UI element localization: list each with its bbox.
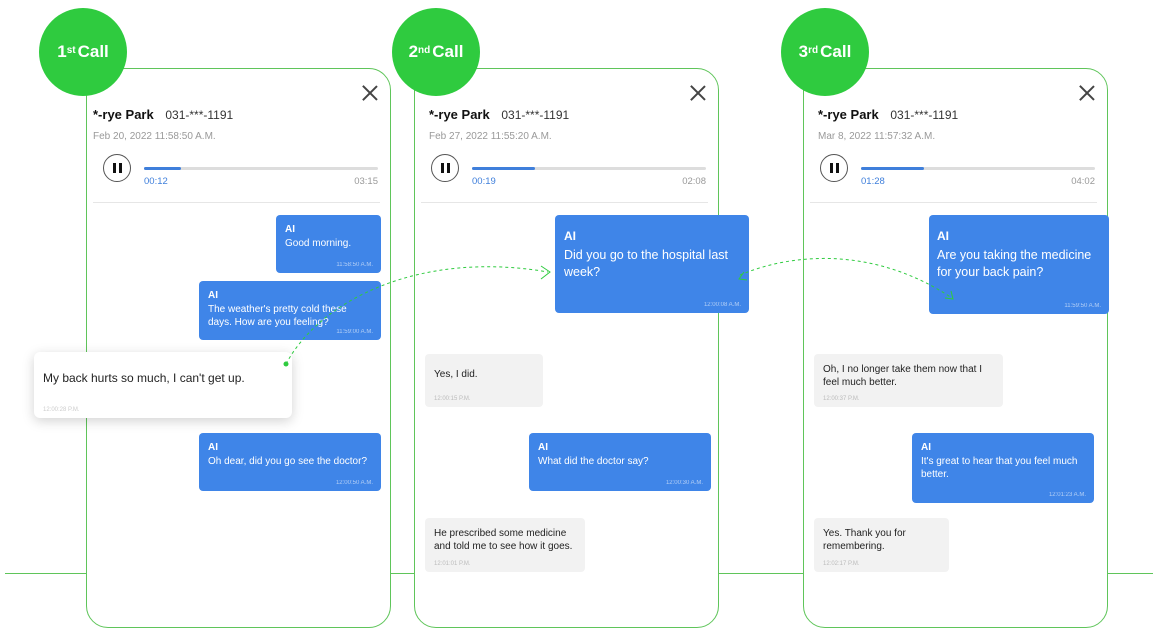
message-sender: AI [208,442,218,453]
call-badge-1: 1st Call [39,8,127,96]
message-time: 11:58:50 A.M. [336,262,373,268]
user-message: Oh, I no longer take them now that I fee… [814,354,1003,407]
message-text: Are you taking the medicine for your bac… [937,248,1092,279]
call-badge-3: 3rd Call [781,8,869,96]
message-time: 12:01:23 A.M. [1048,492,1086,498]
close-icon[interactable] [690,85,706,101]
message-sender: AI [538,442,548,453]
close-icon[interactable] [1079,85,1095,101]
ai-message: AI What did the doctor say? 12:00:30 A.M… [529,433,711,491]
progress-fill [472,167,536,170]
message-text: Yes. Thank you for remembering. [823,528,906,552]
message-text: Yes, I did. [434,369,478,380]
message-text: The weather's pretty cold these days. Ho… [208,304,347,328]
message-sender: AI [285,224,295,235]
message-text: Did you go to the hospital last week? [564,248,728,279]
message-time: 12:02:17 P.M. [823,561,860,567]
message-time: 11:59:50 A.M. [1064,303,1101,309]
message-sender: AI [937,229,949,243]
divider [421,202,708,203]
message-text: What did the doctor say? [538,456,649,467]
message-time: 12:00:30 A.M. [665,480,703,486]
message-time: 12:00:50 A.M. [335,480,373,486]
call-date: Feb 27, 2022 11:55:20 A.M. [429,131,552,142]
ai-message: AI The weather's pretty cold these days.… [199,281,381,340]
message-sender: AI [921,442,931,453]
caller-name: *-rye Park [429,107,490,122]
message-text: Good morning. [285,238,352,249]
ai-message: AI Oh dear, did you go see the doctor? 1… [199,433,381,491]
call-panel-3: *-rye Park 031-***-1191 Mar 8, 2022 11:5… [803,68,1109,628]
ai-message: AI Did you go to the hospital last week?… [555,215,749,313]
divider [93,202,380,203]
message-text: Oh dear, did you go see the doctor? [208,456,367,467]
close-icon[interactable] [362,85,378,101]
ai-message: AI It's great to hear that you feel much… [912,433,1094,503]
user-message: Yes. Thank you for remembering. 12:02:17… [814,518,949,572]
call-date: Feb 20, 2022 11:58:50 A.M. [93,131,216,142]
message-text: My back hurts so much, I can't get up. [43,371,245,385]
call-panel-2: *-rye Park 031-***-1191 Feb 27, 2022 11:… [414,68,749,628]
pause-icon[interactable] [431,154,459,182]
caller-name: *-rye Park [93,107,154,122]
message-time: 11:59:00 A.M. [336,329,373,335]
user-message: He prescribed some medicine and told me … [425,518,585,572]
user-message: Yes, I did. 12:00:15 P.M. [425,354,543,407]
total-time: 03:15 [354,176,378,187]
message-text: Oh, I no longer take them now that I fee… [823,364,982,388]
total-time: 02:08 [682,176,706,187]
message-time: 12:01:01 P.M. [434,561,471,567]
progress-track[interactable] [472,167,706,170]
ai-message: AI Are you taking the medicine for your … [929,215,1109,314]
divider [810,202,1097,203]
pause-icon[interactable] [103,154,131,182]
current-time: 00:19 [472,176,496,187]
progress-fill [861,167,925,170]
pause-icon[interactable] [820,154,848,182]
current-time: 00:12 [144,176,168,187]
message-sender: AI [564,229,576,243]
message-time: 12:00:37 P.M. [823,396,860,402]
message-time: 12:00:08 A.M. [703,302,741,308]
caller-info: *-rye Park 031-***-1191 [429,107,569,122]
caller-number: 031-***-1191 [165,108,234,122]
call-panel-1: *-rye Park 031-***-1191 Feb 20, 2022 11:… [86,68,391,628]
message-time: 12:00:28 P.M. [43,407,80,413]
caller-info: *-rye Park 031-***-1191 [93,107,233,122]
message-text: It's great to hear that you feel much be… [921,456,1078,480]
ai-message: AI Good morning. 11:58:50 A.M. [276,215,381,273]
highlighted-user-message: My back hurts so much, I can't get up. 1… [34,352,292,418]
progress-track[interactable] [144,167,378,170]
caller-name: *-rye Park [818,107,879,122]
call-badge-2: 2nd Call [392,8,480,96]
message-sender: AI [208,290,218,301]
progress-fill [144,167,182,170]
message-text: He prescribed some medicine and told me … [434,528,573,552]
caller-number: 031-***-1191 [501,108,570,122]
progress-track[interactable] [861,167,1095,170]
message-time: 12:00:15 P.M. [434,396,471,402]
total-time: 04:02 [1071,176,1095,187]
current-time: 01:28 [861,176,885,187]
call-date: Mar 8, 2022 11:57:32 A.M. [818,131,936,142]
caller-info: *-rye Park 031-***-1191 [818,107,958,122]
caller-number: 031-***-1191 [890,108,959,122]
